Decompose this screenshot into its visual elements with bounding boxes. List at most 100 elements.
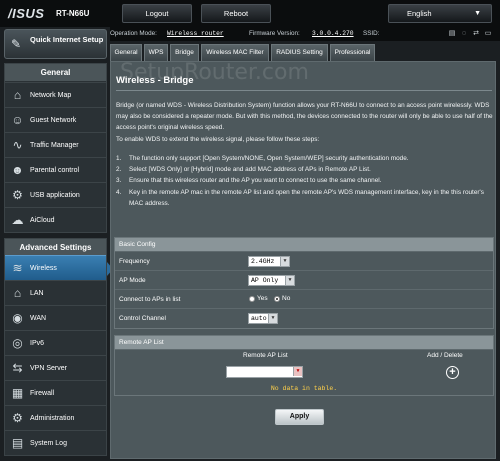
vpn-icon: ⇆: [12, 361, 23, 375]
connect-aps-label: Connect to APs in list: [119, 296, 181, 303]
op-mode-link[interactable]: Wireless router: [167, 27, 224, 41]
tab-professional[interactable]: Professional: [330, 44, 375, 61]
sidebar-item-label: VPN Server: [30, 365, 67, 372]
chevron-down-icon: ▼: [293, 367, 302, 376]
table-row: AP Mode AP Only ▼: [115, 270, 493, 289]
wan-icon: ◉: [12, 311, 23, 325]
sidebar-item-label: Parental control: [30, 167, 80, 174]
connect-yes-radio[interactable]: [249, 296, 255, 302]
wireless-icon: ≋: [12, 261, 23, 275]
general-header: General: [5, 64, 106, 81]
step-text: Select [WDS Only] or [Hybrid] mode and a…: [129, 166, 371, 174]
firmware-link[interactable]: 3.0.0.4.270: [312, 27, 354, 41]
frequency-label: Frequency: [119, 258, 150, 265]
add-icon[interactable]: +: [446, 366, 459, 379]
quick-setup-label: Quick Internet Setup: [30, 35, 104, 44]
sidebar-item-label: Firewall: [30, 390, 55, 397]
step-text: Ensure that this wireless router and the…: [129, 177, 382, 185]
traffic-manager-icon: ∿: [12, 138, 23, 152]
step-text: Key in the remote AP mac in the remote A…: [129, 188, 484, 207]
table-row: Control Channel auto ▼: [115, 308, 493, 327]
list-item: 2. Select [WDS Only] or [Hybrid] mode and…: [116, 166, 371, 174]
ipv6-icon: ◎: [12, 336, 23, 350]
tab-wps[interactable]: WPS: [144, 44, 168, 61]
list-item: 3. Ensure that this wireless router and t…: [116, 177, 382, 185]
table-row: Frequency 2.4GHz ▼: [115, 251, 493, 270]
sidebar-item-wireless[interactable]: ≋ Wireless: [5, 255, 113, 281]
cloud-icon: ☁: [11, 213, 24, 227]
basic-config-header: Basic Config: [115, 238, 493, 251]
chevron-down-icon: ▼: [474, 10, 481, 17]
sidebar-item-network-map[interactable]: ⌂ Network Map: [5, 82, 106, 108]
sidebar-item-ipv6[interactable]: ◎ IPv6: [5, 330, 106, 356]
basic-config-table: Basic Config Frequency 2.4GHz ▼ AP Mode …: [114, 237, 494, 329]
sidebar-item-label: LAN: [30, 290, 44, 297]
list-item: 1. The function only support [Open System…: [116, 155, 409, 162]
sidebar-item-label: WAN: [30, 315, 47, 322]
sidebar-item-label: USB application: [30, 192, 80, 199]
wifi-status-icon[interactable]: ◌: [460, 30, 468, 38]
empty-table-message: No data in table.: [270, 385, 338, 392]
tab-bridge[interactable]: Bridge: [170, 44, 199, 62]
remote-ap-columns: Remote AP List Add / Delete: [115, 349, 493, 361]
logout-button[interactable]: Logout: [122, 4, 192, 23]
sidebar-item-aicloud[interactable]: ☁ AiCloud: [5, 207, 106, 233]
network-status-icon[interactable]: ▤: [448, 30, 456, 38]
administration-icon: ⚙: [12, 411, 23, 425]
language-select[interactable]: English ▼: [388, 4, 492, 23]
quick-internet-setup[interactable]: ✎ Quick Internet Setup: [4, 29, 107, 59]
sidebar-item-usb-application[interactable]: ⚙ USB application: [5, 182, 106, 208]
chevron-down-icon: ▼: [280, 257, 289, 266]
sidebar-item-wan[interactable]: ◉ WAN: [5, 305, 106, 331]
connect-no-radio[interactable]: [274, 296, 280, 302]
usb-status-icon[interactable]: ⇄: [472, 30, 480, 38]
sidebar-item-lan[interactable]: ⌂ LAN: [5, 280, 106, 306]
advanced-header: Advanced Settings: [5, 239, 106, 256]
sidebar-item-guest-network[interactable]: ☺ Guest Network: [5, 107, 106, 133]
table-row: Connect to APs in list Yes No: [115, 289, 493, 308]
sidebar-item-label: Wireless: [30, 265, 57, 272]
op-mode-label: Operation Mode:: [110, 30, 157, 37]
step-text: The function only support [Open System/N…: [129, 155, 409, 162]
ap-mode-label: AP Mode: [119, 277, 146, 284]
guest-network-icon: ☺: [11, 113, 24, 127]
reboot-button[interactable]: Reboot: [201, 4, 271, 23]
page-title: Wireless - Bridge: [116, 75, 194, 86]
sidebar-item-firewall[interactable]: ▦ Firewall: [5, 380, 106, 406]
status-bar: Operation Mode: Wireless router Firmware…: [110, 27, 500, 41]
tab-wireless-mac-filter[interactable]: Wireless MAC Filter: [201, 44, 269, 61]
title-divider: [116, 90, 492, 91]
tab-general[interactable]: General: [110, 44, 142, 61]
remote-ap-mac-input[interactable]: ▼: [226, 366, 303, 378]
chevron-down-icon: ▼: [285, 276, 294, 285]
tab-radius-setting[interactable]: RADIUS Setting: [271, 44, 328, 61]
network-map-icon: ⌂: [13, 88, 22, 102]
firmware-label: Firmware Version:: [249, 30, 300, 37]
sidebar-item-label: Network Map: [30, 92, 72, 99]
remote-ap-table: Remote AP List Remote AP List Add / Dele…: [114, 335, 494, 396]
ap-mode-value: AP Only: [251, 277, 279, 284]
lan-icon: ⌂: [13, 286, 22, 300]
col-add-delete: Add / Delete: [427, 352, 463, 359]
apply-button[interactable]: Apply: [275, 409, 324, 425]
sidebar-item-parental-control[interactable]: ☻ Parental control: [5, 157, 106, 183]
control-channel-select[interactable]: auto ▼: [248, 313, 278, 324]
frequency-select[interactable]: 2.4GHz ▼: [248, 256, 290, 267]
steps-list: 1. The function only support [Open System…: [116, 153, 494, 209]
sidebar-item-traffic-manager[interactable]: ∿ Traffic Manager: [5, 132, 106, 158]
page-description: Bridge (or named WDS - Wireless Distribu…: [116, 102, 493, 143]
system-log-icon: ▤: [11, 436, 24, 450]
sidebar-item-system-log[interactable]: ▤ System Log: [5, 430, 106, 456]
ap-mode-select[interactable]: AP Only ▼: [248, 275, 295, 286]
list-item: 4. Key in the remote AP mac in the remote…: [116, 188, 484, 207]
sidebar-item-administration[interactable]: ⚙ Administration: [5, 405, 106, 431]
sidebar-item-vpn-server[interactable]: ⇆ VPN Server: [5, 355, 106, 381]
frequency-value: 2.4GHz: [251, 258, 275, 265]
language-label: English: [407, 9, 432, 18]
asus-logo: /ISUS: [8, 6, 45, 21]
usb-icon: ⚙: [12, 188, 23, 202]
printer-status-icon[interactable]: ▭: [484, 30, 492, 38]
main-panel: Wireless - Bridge Bridge (or named WDS -…: [110, 61, 496, 459]
general-menu: General ⌂ Network Map ☺ Guest Network ∿ …: [4, 63, 107, 233]
firewall-icon: ▦: [11, 386, 24, 400]
